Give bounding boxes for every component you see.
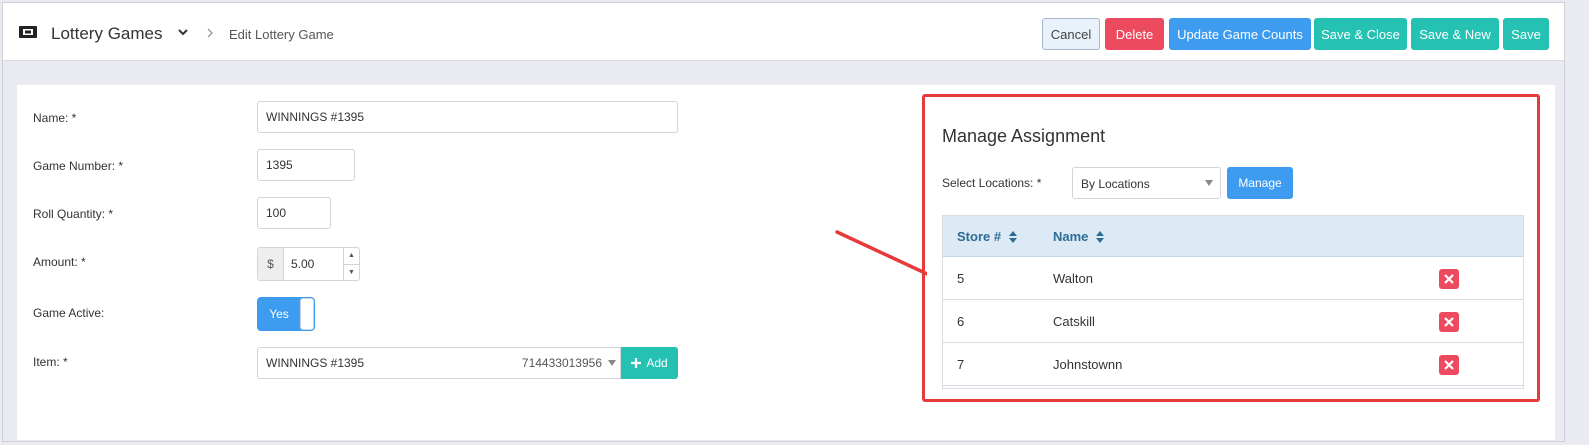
chevron-right-icon xyxy=(207,28,213,38)
form-content: Name: * WINNINGS #1395 Game Number: * 13… xyxy=(17,85,1555,440)
column-name-label: Name xyxy=(1053,229,1089,244)
delete-button[interactable]: Delete xyxy=(1105,18,1164,50)
store-number: 7 xyxy=(957,357,965,372)
table-header: Store # Name xyxy=(943,216,1523,257)
item-select[interactable]: WINNINGS #1395 714433013956 xyxy=(257,347,621,379)
name-input[interactable]: WINNINGS #1395 xyxy=(257,101,678,133)
table-row: 6 Catskill xyxy=(943,300,1523,343)
store-name: Johnstownn xyxy=(1053,357,1123,372)
caret-down-icon[interactable] xyxy=(608,360,616,366)
game-active-label: Game Active: xyxy=(33,306,105,320)
save-button[interactable]: Save xyxy=(1503,18,1549,50)
add-label: Add xyxy=(646,356,668,370)
store-name: Catskill xyxy=(1053,314,1095,329)
amount-field[interactable]: $ 5.00 ▲ ▼ xyxy=(257,247,360,281)
cancel-button[interactable]: Cancel xyxy=(1042,18,1100,50)
currency-addon: $ xyxy=(258,248,284,280)
breadcrumb: Edit Lottery Game xyxy=(229,27,334,42)
app-frame: Lottery Games Edit Lottery Game Cancel D… xyxy=(2,2,1565,442)
remove-row-button[interactable] xyxy=(1439,269,1459,289)
item-code: 714433013956 xyxy=(521,356,602,370)
chevron-down-icon[interactable] xyxy=(177,26,189,38)
sort-icon[interactable] xyxy=(1009,230,1018,243)
store-name: Walton xyxy=(1053,271,1093,286)
manage-assignment-title: Manage Assignment xyxy=(942,126,1106,146)
assignment-table: Store # Name 5 Walton 6 Catskill 7 Johns… xyxy=(942,215,1524,389)
close-icon xyxy=(1444,317,1454,327)
table-row: 7 Johnstownn xyxy=(943,343,1523,386)
plus-icon xyxy=(631,358,642,368)
column-name[interactable]: Name xyxy=(1053,229,1105,244)
select-locations-label: Select Locations: * xyxy=(942,176,1042,190)
roll-quantity-label: Roll Quantity: * xyxy=(33,207,114,221)
item-label: Item: * xyxy=(33,355,68,369)
item-name: WINNINGS #1395 xyxy=(266,356,365,370)
column-store-label: Store # xyxy=(957,229,1002,244)
name-label: Name: * xyxy=(33,111,77,125)
toggle-knob[interactable] xyxy=(300,298,314,330)
store-number: 5 xyxy=(957,271,965,286)
caret-down-icon[interactable] xyxy=(1205,180,1213,186)
update-game-counts-button[interactable]: Update Game Counts xyxy=(1169,18,1311,50)
save-new-button[interactable]: Save & New xyxy=(1411,18,1499,50)
amount-label: Amount: * xyxy=(33,255,86,269)
remove-row-button[interactable] xyxy=(1439,312,1459,332)
select-locations-dropdown[interactable]: By Locations xyxy=(1072,167,1221,199)
amount-input[interactable]: 5.00 xyxy=(284,248,343,280)
page-header: Lottery Games Edit Lottery Game Cancel D… xyxy=(3,3,1564,61)
game-active-toggle[interactable]: Yes xyxy=(257,297,315,331)
sort-icon[interactable] xyxy=(1096,230,1105,243)
select-locations-value: By Locations xyxy=(1081,177,1150,191)
column-store-number[interactable]: Store # xyxy=(957,229,1018,244)
game-number-label: Game Number: * xyxy=(33,159,124,173)
ticket-icon xyxy=(19,26,37,38)
page-title: Lottery Games xyxy=(51,24,163,43)
save-close-button[interactable]: Save & Close xyxy=(1314,18,1407,50)
spin-down-icon[interactable]: ▼ xyxy=(344,265,359,281)
manage-button[interactable]: Manage xyxy=(1227,167,1293,199)
store-number: 6 xyxy=(957,314,965,329)
add-item-button[interactable]: Add xyxy=(621,347,678,379)
amount-spinner[interactable]: ▲ ▼ xyxy=(343,248,359,280)
roll-quantity-input[interactable]: 100 xyxy=(257,197,331,229)
spin-up-icon[interactable]: ▲ xyxy=(344,248,359,265)
toggle-label: Yes xyxy=(269,307,289,321)
close-icon xyxy=(1444,274,1454,284)
close-icon xyxy=(1444,360,1454,370)
table-row: 5 Walton xyxy=(943,257,1523,300)
remove-row-button[interactable] xyxy=(1439,355,1459,375)
game-number-input[interactable]: 1395 xyxy=(257,149,355,181)
